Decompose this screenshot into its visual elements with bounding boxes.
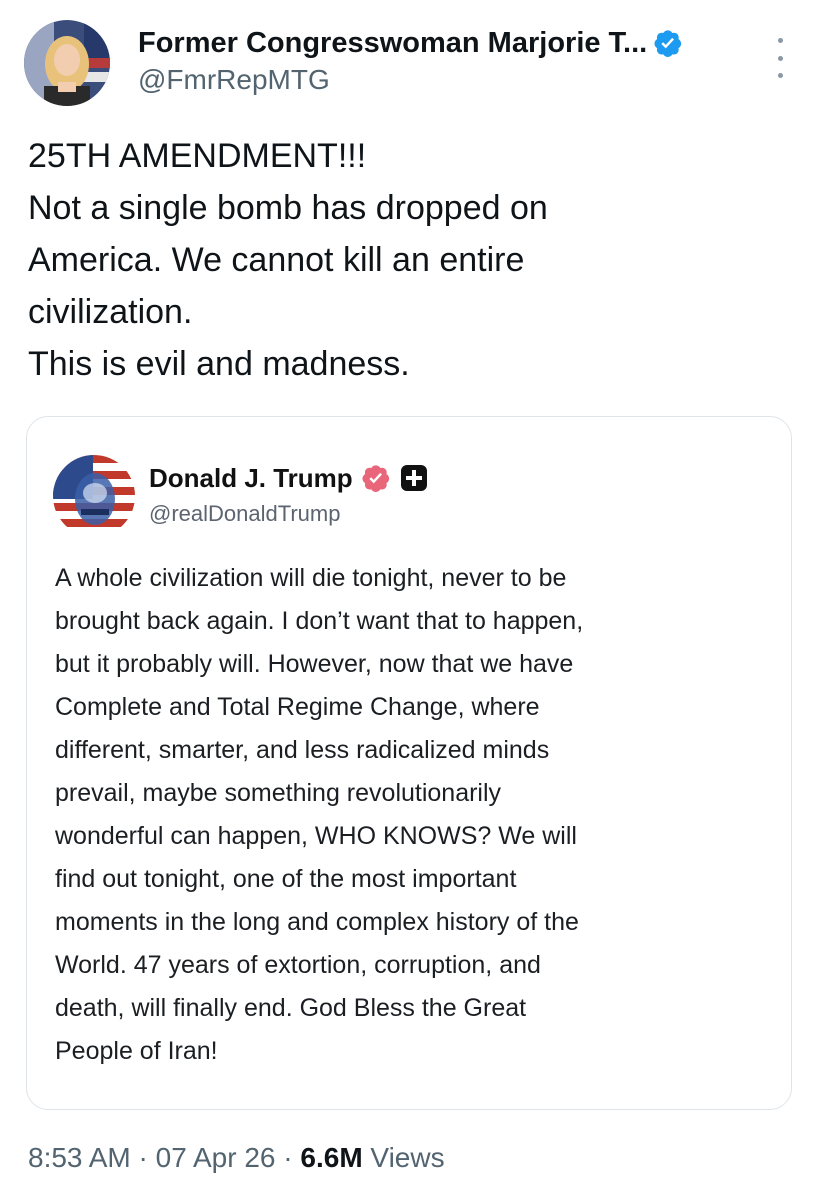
post-meta: 8:53 AM · 07 Apr 26 · 6.6M Views	[28, 1142, 445, 1174]
post-header: Former Congresswoman Marjorie T... @FmrR…	[24, 20, 804, 110]
meta-separator: ·	[130, 1142, 156, 1173]
author-avatar[interactable]	[24, 20, 110, 106]
quoted-name-block: Donald J. Trump @realDonaldTrump	[149, 461, 427, 527]
quoted-text-line: but it probably will. However, now that …	[55, 650, 574, 678]
post-text-line: This is evil and madness.	[28, 345, 410, 383]
quoted-text-line: People of Iran!	[55, 1037, 218, 1065]
quoted-author-handle[interactable]: @realDonaldTrump	[149, 501, 427, 527]
quoted-text-line: brought back again. I don’t want that to…	[55, 607, 584, 635]
post-text-line: America. We cannot kill an entire	[28, 241, 525, 279]
views-count[interactable]: 6.6M	[300, 1142, 362, 1173]
post-text: 25TH AMENDMENT!!! Not a single bomb has …	[28, 130, 788, 390]
quoted-text-line: prevail, maybe something revolutionarily	[55, 779, 502, 807]
quoted-name-row: Donald J. Trump	[149, 461, 427, 495]
post-date[interactable]: 07 Apr 26	[156, 1142, 276, 1173]
author-display-name[interactable]: Former Congresswoman Marjorie T...	[138, 27, 647, 60]
quoted-text-line: wonderful can happen, WHO KNOWS? We will	[55, 822, 577, 850]
quoted-post-text: A whole civilization will die tonight, n…	[55, 557, 775, 1073]
author-name-block: Former Congresswoman Marjorie T... @FmrR…	[138, 24, 683, 96]
quoted-author-avatar[interactable]	[53, 455, 135, 537]
post-text-line: civilization.	[28, 293, 193, 331]
author-handle[interactable]: @FmrRepMTG	[138, 64, 683, 96]
post-text-line: Not a single bomb has dropped on	[28, 189, 548, 227]
views-label: Views	[362, 1142, 445, 1173]
meta-separator: ·	[275, 1142, 301, 1173]
verified-badge-icon[interactable]	[361, 463, 391, 493]
quoted-text-line: moments in the long and complex history …	[55, 908, 579, 936]
quoted-text-line: different, smarter, and less radicalized…	[55, 736, 550, 764]
quoted-text-line: Complete and Total Regime Change, where	[55, 693, 540, 721]
post-text-line: 25TH AMENDMENT!!!	[28, 137, 367, 175]
post-time[interactable]: 8:53 AM	[28, 1142, 131, 1173]
display-name-row: Former Congresswoman Marjorie T...	[138, 24, 683, 62]
quoted-author-display-name[interactable]: Donald J. Trump	[149, 463, 353, 494]
quoted-post-card[interactable]: Donald J. Trump @realDonaldTrump A whole…	[26, 416, 792, 1110]
verified-badge-icon[interactable]	[653, 28, 683, 58]
quoted-text-line: World. 47 years of extortion, corruption…	[55, 951, 541, 979]
plus-badge-icon	[400, 465, 427, 491]
more-options-icon[interactable]	[768, 38, 792, 78]
quoted-text-line: find out tonight, one of the most import…	[55, 865, 517, 893]
quoted-text-line: death, will finally end. God Bless the G…	[55, 994, 527, 1022]
quoted-text-line: A whole civilization will die tonight, n…	[55, 564, 567, 592]
